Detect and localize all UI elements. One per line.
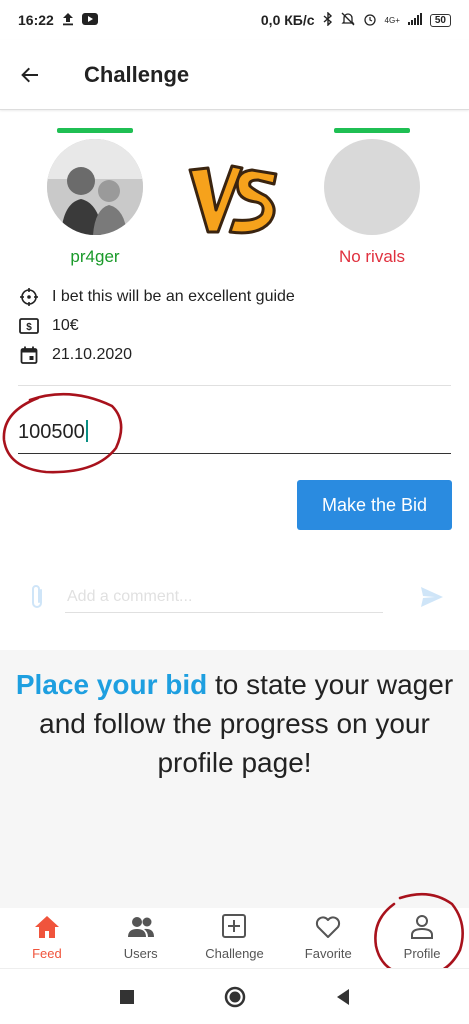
status-time: 16:22 xyxy=(18,12,54,28)
bid-input[interactable]: 100500 xyxy=(18,410,451,454)
promo-text: Place your bid to state your wager and f… xyxy=(10,665,459,782)
comment-input[interactable] xyxy=(65,581,383,613)
bluetooth-icon xyxy=(323,10,333,29)
detail-date-text: 21.10.2020 xyxy=(52,345,133,363)
arrow-left-icon xyxy=(21,67,38,82)
paperclip-icon[interactable] xyxy=(25,583,51,611)
player-left-name: pr4ger xyxy=(70,247,120,266)
nav-item-feed[interactable]: Feed xyxy=(0,908,94,968)
back-triangle-icon xyxy=(336,988,349,1005)
nav-item-challenge[interactable]: Challenge xyxy=(188,908,282,968)
upload-icon xyxy=(62,12,74,29)
player-right-bar xyxy=(334,128,410,133)
home-icon xyxy=(34,916,59,938)
alarm-icon xyxy=(363,12,377,29)
system-back-button[interactable] xyxy=(329,983,357,1011)
nav-label: Favorite xyxy=(304,946,352,961)
detail-stake-text: 10€ xyxy=(52,316,79,334)
versus-section: pr4ger No rivals xyxy=(0,110,469,280)
avatar[interactable] xyxy=(47,139,143,235)
detail-date: 21.10.2020 xyxy=(18,340,451,369)
nav-label: Profile xyxy=(403,946,441,961)
heart-icon xyxy=(316,916,341,938)
player-right[interactable]: No rivals xyxy=(322,128,422,267)
silent-icon xyxy=(340,12,355,29)
bid-input-value: 100500 xyxy=(18,421,85,443)
nav-label: Feed xyxy=(32,946,62,961)
nav-item-favorite[interactable]: Favorite xyxy=(281,908,375,968)
page-title: Challenge xyxy=(84,61,190,87)
nav-label: Challenge xyxy=(205,946,264,961)
status-bar: 16:22 0,0 КБ/с 4G+ 50 xyxy=(0,0,469,40)
circle-icon xyxy=(224,986,245,1007)
network-speed: 0,0 КБ/с xyxy=(260,12,315,28)
promo-highlight: Place your bid xyxy=(15,669,208,700)
users-icon xyxy=(127,917,154,937)
home-button[interactable] xyxy=(221,983,249,1011)
recents-button[interactable] xyxy=(113,983,141,1011)
target-icon xyxy=(18,287,40,307)
plus-box-icon xyxy=(222,914,247,938)
versus-icon xyxy=(188,164,278,235)
signal-icon xyxy=(407,12,422,28)
person-icon xyxy=(411,915,434,939)
text-caret xyxy=(85,420,88,442)
network-type: 4G+ xyxy=(384,15,400,25)
status-right: 0,0 КБ/с 4G+ 50 xyxy=(260,10,451,29)
square-icon xyxy=(119,989,134,1004)
detail-description: I bet this will be an excellent guide xyxy=(18,282,451,311)
nav-item-profile[interactable]: Profile xyxy=(375,908,469,968)
status-left: 16:22 xyxy=(18,12,98,29)
back-button[interactable] xyxy=(0,40,60,110)
player-left[interactable]: pr4ger xyxy=(45,128,145,267)
system-nav-bar xyxy=(0,968,469,1024)
battery-indicator: 50 xyxy=(429,13,451,27)
detail-stake: $ 10€ xyxy=(18,311,451,340)
make-bid-button[interactable]: Make the Bid xyxy=(297,480,452,530)
youtube-icon xyxy=(81,12,98,28)
nav-item-users[interactable]: Users xyxy=(94,908,188,968)
bottom-nav: Feed Users Challenge Favorite Profile xyxy=(0,908,469,968)
avatar-placeholder xyxy=(324,139,420,235)
detail-description-text: I bet this will be an excellent guide xyxy=(52,287,295,305)
money-icon: $ xyxy=(18,316,40,336)
app-bar: Challenge xyxy=(0,40,469,110)
comment-row xyxy=(25,575,445,620)
send-icon[interactable] xyxy=(419,583,445,611)
player-right-name: No rivals xyxy=(338,247,406,266)
nav-label: Users xyxy=(123,946,158,961)
svg-text:$: $ xyxy=(26,322,32,333)
divider xyxy=(18,385,451,386)
player-left-bar xyxy=(57,128,133,133)
challenge-details: I bet this will be an excellent guide $ … xyxy=(18,282,451,369)
calendar-icon xyxy=(18,345,40,365)
